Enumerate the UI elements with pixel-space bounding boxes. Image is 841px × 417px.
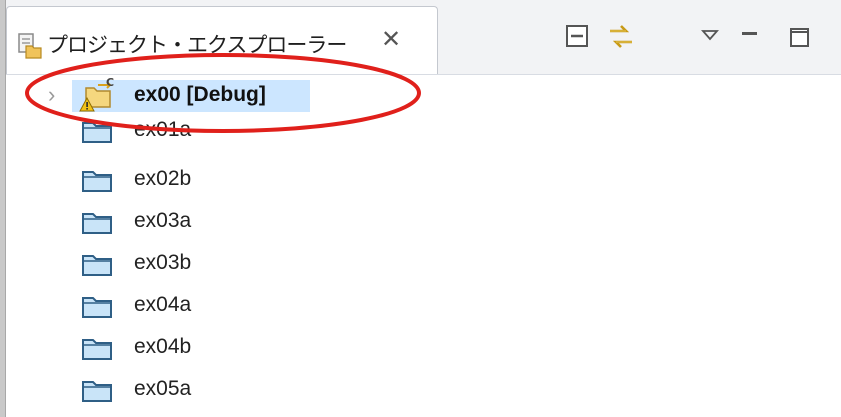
- tree-item-label: ex01a: [134, 118, 192, 141]
- close-icon[interactable]: ✕: [381, 25, 401, 54]
- folder-icon: [80, 292, 114, 320]
- minimize-icon[interactable]: [735, 22, 769, 56]
- tree-item-ex04b[interactable]: ex04b: [6, 326, 841, 368]
- tree-item-ex03a[interactable]: ex03a: [6, 200, 841, 242]
- folder-icon: [80, 334, 114, 362]
- tree-item-ex03b[interactable]: ex03b: [6, 242, 841, 284]
- view-menu-icon[interactable]: [695, 22, 729, 56]
- svg-text:C: C: [106, 76, 114, 89]
- folder-icon: [80, 208, 114, 236]
- tree-item-label: ex00 [Debug]: [134, 83, 266, 106]
- folder-icon: [80, 166, 114, 194]
- tree-item-label: ex03a: [134, 209, 192, 232]
- folder-icon: [80, 117, 114, 145]
- view-title: プロジェクト・エクスプローラー: [47, 34, 347, 57]
- tab-project-explorer[interactable]: プロジェクト・エクスプローラー ✕: [6, 6, 438, 74]
- tree-item-label: ex03b: [134, 251, 192, 274]
- project-tree: › C ex00 [Debug] ex01a ex02b ex03a ex03b…: [6, 74, 841, 417]
- tree-item-ex02b[interactable]: ex02b: [6, 158, 841, 200]
- tree-item-ex01a[interactable]: ex01a: [6, 109, 841, 151]
- tree-item-label: ex04a: [134, 293, 192, 316]
- chevron-right-icon[interactable]: ›: [48, 82, 55, 108]
- left-border: [0, 0, 6, 417]
- link-with-editor-icon[interactable]: [604, 20, 638, 54]
- collapse-all-icon[interactable]: [561, 20, 595, 54]
- tree-item-ex05a[interactable]: ex05a: [6, 368, 841, 410]
- folder-icon: [80, 250, 114, 278]
- project-explorer-icon: [17, 32, 43, 60]
- view-header: プロジェクト・エクスプローラー ✕: [6, 0, 841, 75]
- maximize-icon[interactable]: [784, 22, 818, 56]
- folder-icon: [80, 376, 114, 404]
- tree-item-label: ex04b: [134, 335, 192, 358]
- tree-item-ex04a[interactable]: ex04a: [6, 284, 841, 326]
- project-explorer-view: プロジェクト・エクスプローラー ✕ › C ex00 [Debug] ex01a…: [6, 0, 841, 417]
- tree-item-label: ex02b: [134, 167, 192, 190]
- tree-item-label: ex05a: [134, 377, 192, 400]
